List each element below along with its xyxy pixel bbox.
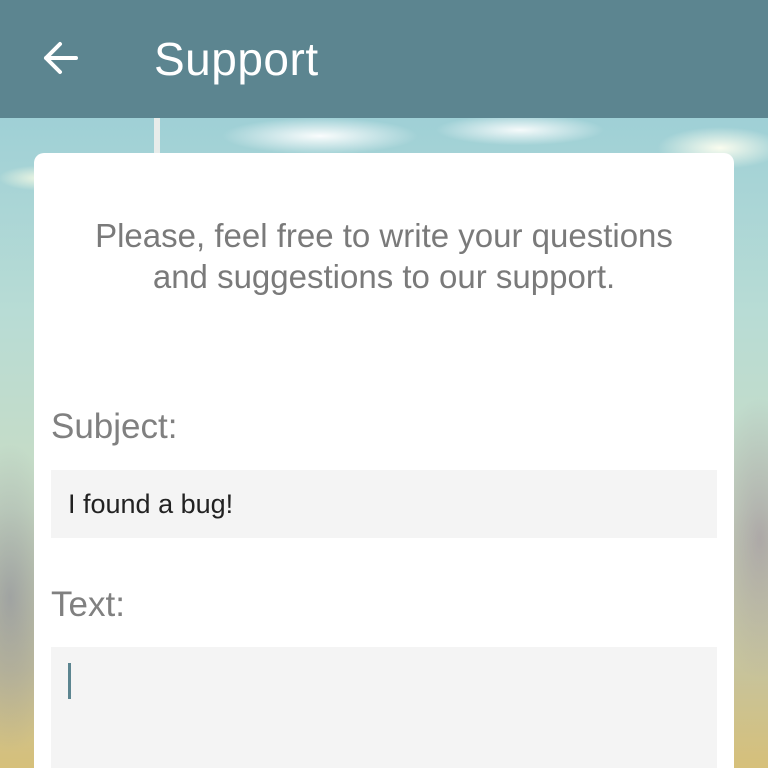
intro-text: Please, feel free to write your question… — [95, 217, 673, 295]
background-pole — [154, 118, 160, 158]
text-input[interactable] — [51, 647, 717, 768]
back-button[interactable] — [36, 38, 84, 82]
subject-input[interactable] — [51, 470, 717, 538]
subject-label: Subject: — [51, 407, 178, 446]
arrow-left-icon — [40, 40, 80, 81]
app-bar: Support — [0, 0, 768, 118]
text-label: Text: — [51, 585, 125, 624]
support-form-card: Please, feel free to write your question… — [34, 153, 734, 768]
text-cursor — [68, 663, 71, 699]
page-title: Support — [154, 33, 319, 85]
